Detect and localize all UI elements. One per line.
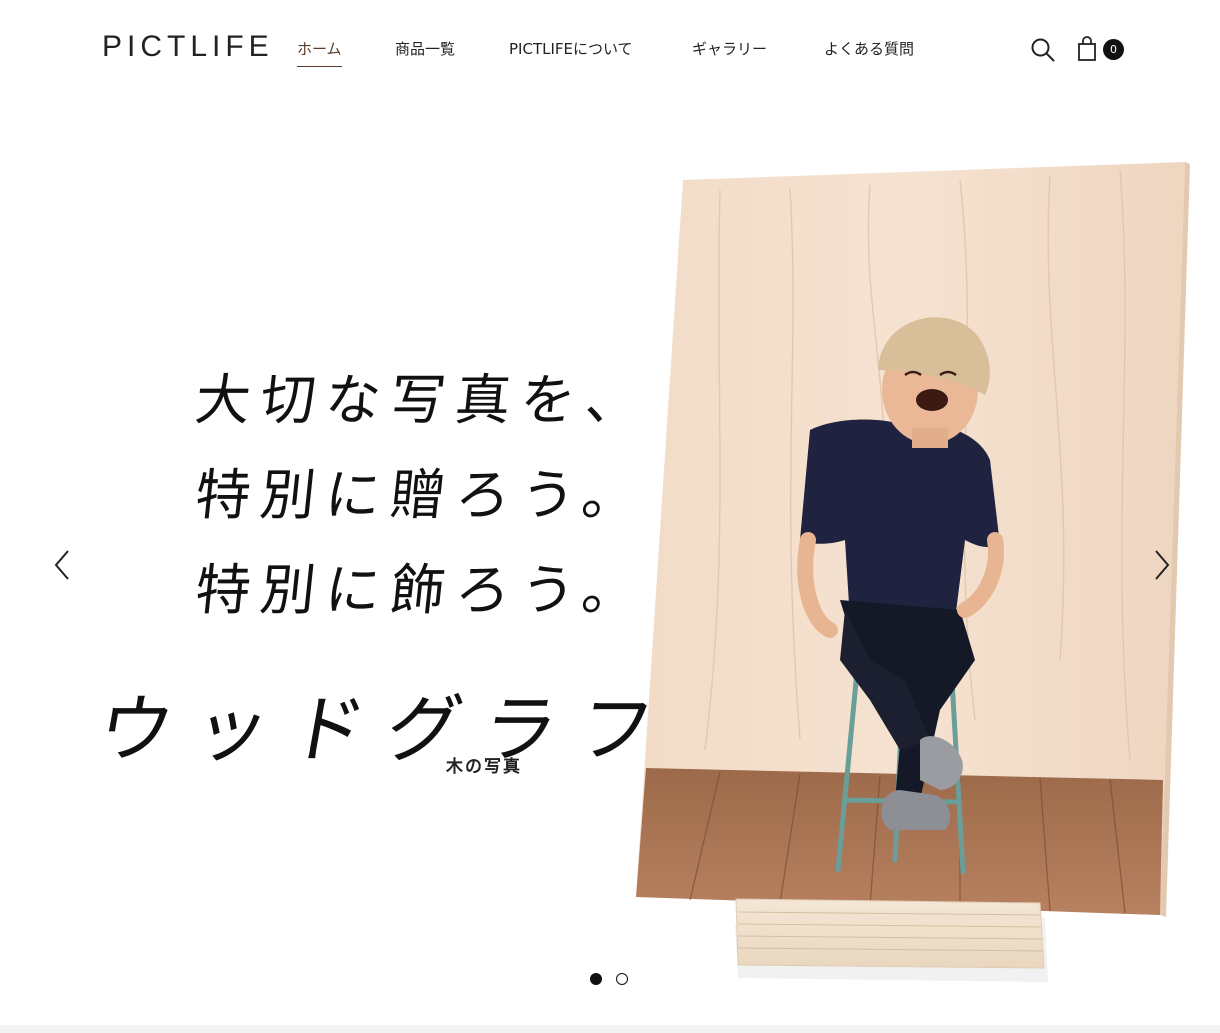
site-logo[interactable]: PICTLIFE: [102, 30, 274, 64]
section-divider: [0, 1025, 1220, 1033]
cart-button[interactable]: 0: [1076, 36, 1128, 64]
headline-line-2: 特別に贈ろう。: [192, 463, 651, 527]
slider-next-button[interactable]: [1146, 545, 1176, 585]
search-button[interactable]: [1030, 37, 1056, 63]
hero-slider: 大切な写真を、 特別に贈ろう。 特別に飾ろう。 ウッドグラフ 木の写真: [0, 100, 1220, 1025]
nav-item-products[interactable]: 商品一覧: [395, 38, 455, 59]
hero-headline: 大切な写真を、 特別に贈ろう。 特別に飾ろう。: [0, 100, 1220, 1025]
site-header: PICTLIFE ホーム 商品一覧 PICTLIFEについて ギャラリー よくあ…: [0, 0, 1220, 100]
shopping-bag-icon: [1078, 36, 1096, 61]
headline-line-3: 特別に飾ろう。: [192, 558, 651, 622]
slider-dot-1[interactable]: [590, 973, 602, 985]
headline-line-1: 大切な写真を、: [192, 368, 654, 432]
nav-item-about[interactable]: PICTLIFEについて: [509, 38, 633, 59]
brand-title: ウッドグラフ: [91, 687, 683, 773]
slider-dot-2[interactable]: [616, 973, 628, 985]
nav-item-gallery[interactable]: ギャラリー: [692, 38, 767, 59]
cart-count-badge: 0: [1103, 39, 1124, 60]
nav-item-home[interactable]: ホーム: [297, 38, 342, 67]
slider-prev-button[interactable]: [48, 545, 78, 585]
chevron-right-icon: [1155, 550, 1170, 580]
brand-subtitle: 木の写真: [446, 757, 522, 777]
search-icon: [1031, 38, 1055, 62]
chevron-left-icon: [54, 550, 69, 580]
nav-item-faq[interactable]: よくある質問: [824, 38, 914, 59]
